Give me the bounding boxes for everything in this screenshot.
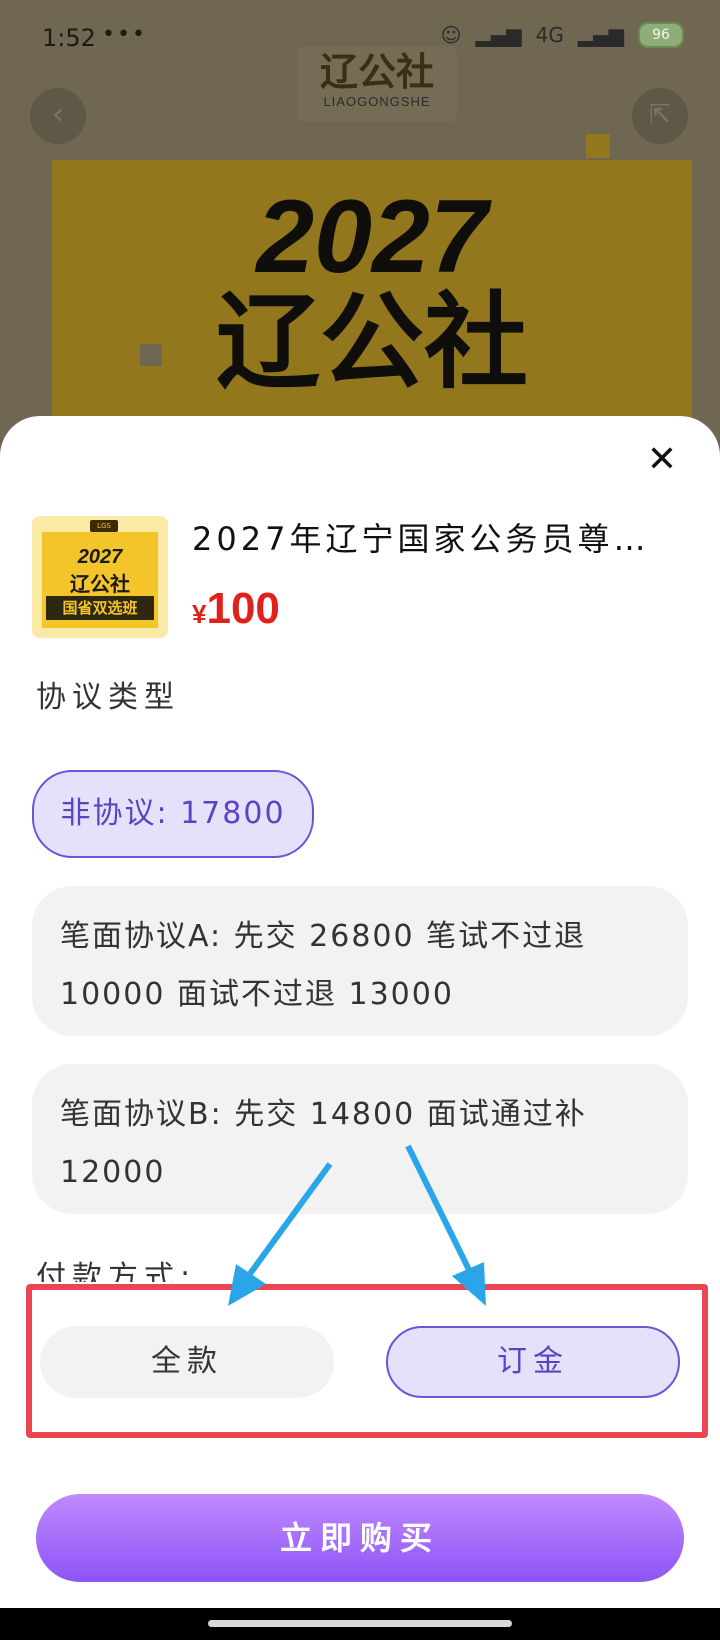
thumbnail-logo-badge: LGS — [90, 520, 118, 532]
back-button[interactable]: ‹ — [30, 88, 86, 144]
astronaut-icon: ☺ — [440, 23, 462, 47]
agreement-type-label: 协议类型 — [36, 680, 180, 715]
agreement-option-label: 非协议: 17800 — [60, 796, 286, 831]
poster-name: 辽公社 — [215, 281, 528, 403]
share-icon: ⇱ — [649, 100, 671, 130]
agreement-option-b[interactable]: 笔面协议B: 先交 14800 面试通过补 12000 — [32, 1064, 688, 1214]
product-thumbnail: LGS 2027 辽公社 国省双选班 — [32, 516, 168, 638]
poster-pixel-decoration — [140, 344, 162, 366]
payment-method-label: 付款方式: — [36, 1260, 197, 1282]
payment-option-full[interactable]: 全款 — [40, 1326, 334, 1398]
price-value: 100 — [206, 584, 280, 633]
status-icons: ☺ ▂▄▆ 4G ▂▄▆ 96 — [441, 22, 684, 48]
status-more-dots: ••• — [102, 22, 147, 47]
price-currency: ¥ — [192, 599, 207, 629]
system-nav-bar — [0, 1608, 720, 1640]
status-time: 1:52 — [42, 24, 96, 52]
signal-strength-icon: ▂▄▆ — [577, 23, 624, 47]
payment-option-label: 全款 — [151, 1344, 223, 1379]
thumbnail-tag: 国省双选班 — [46, 596, 154, 620]
share-button[interactable]: ⇱ — [632, 88, 688, 144]
chevron-left-icon: ‹ — [52, 97, 64, 132]
product-price: ¥100 — [192, 584, 280, 634]
purchase-bottom-sheet: ✕ LGS 2027 辽公社 国省双选班 2027年辽宁国家公务员尊… ¥100… — [0, 416, 720, 1608]
network-type-icon: 4G — [535, 23, 564, 47]
buy-now-button[interactable]: 立即购买 — [36, 1494, 684, 1582]
poster-pixel-decoration — [586, 134, 610, 158]
agreement-option-label: 笔面协议A: 先交 26800 笔试不过退 10000 面试不过退 13000 — [60, 919, 587, 1012]
product-title: 2027年辽宁国家公务员尊… — [192, 520, 650, 558]
thumbnail-name: 辽公社 — [70, 572, 130, 596]
thumbnail-year: 2027 — [77, 546, 123, 568]
agreement-option-label: 笔面协议B: 先交 14800 面试通过补 12000 — [60, 1097, 587, 1190]
close-icon: ✕ — [646, 439, 678, 480]
agreement-option-a[interactable]: 笔面协议A: 先交 26800 笔试不过退 10000 面试不过退 13000 — [32, 886, 688, 1036]
logo-main-text: 辽公社 — [319, 50, 434, 94]
home-indicator[interactable] — [208, 1620, 512, 1627]
payment-option-deposit[interactable]: 订金 — [386, 1326, 680, 1398]
close-button[interactable]: ✕ — [642, 440, 682, 480]
app-logo: 辽公社 LIAOGONGSHE — [297, 46, 457, 122]
battery-icon: 96 — [638, 22, 684, 48]
signal-icon: ▂▄▆ — [475, 23, 522, 47]
background-page: 1:52 ••• ☺ ▂▄▆ 4G ▂▄▆ 96 辽公社 LIAOGONGSHE… — [0, 0, 720, 440]
payment-option-label: 订金 — [497, 1344, 569, 1379]
poster-pixel-decoration — [612, 160, 636, 184]
poster-pixel-decoration — [586, 186, 610, 210]
agreement-option-none[interactable]: 非协议: 17800 — [32, 770, 314, 858]
